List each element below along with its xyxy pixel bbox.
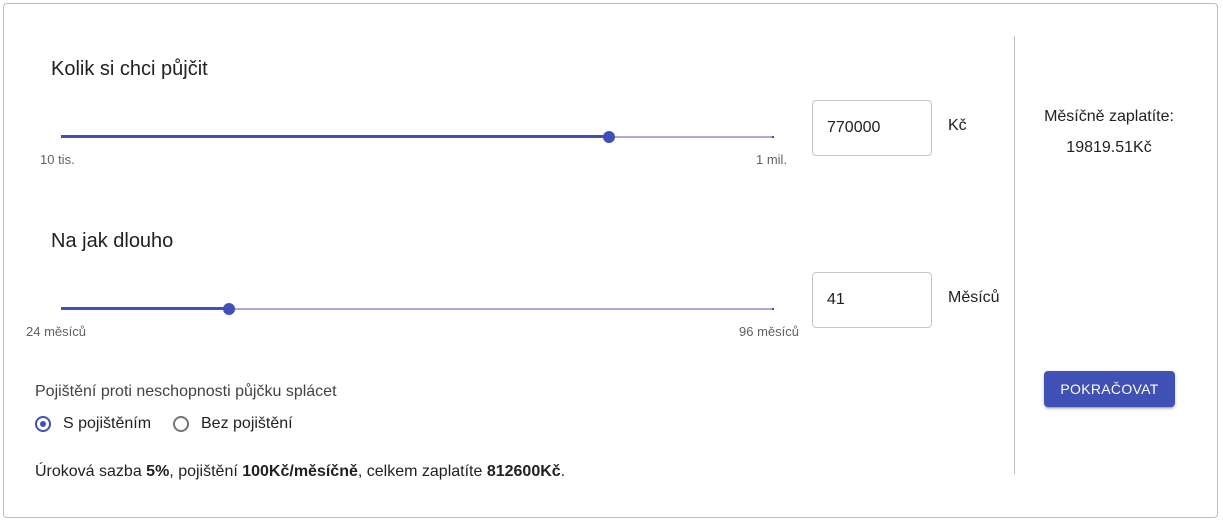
summary-suffix: . (560, 463, 566, 480)
radio-with-insurance[interactable]: S pojištěním (35, 415, 151, 433)
amount-slider-track (61, 135, 609, 138)
summary-mid2: , celkem zaplatíte (357, 463, 487, 480)
amount-slider-thumb[interactable] (602, 131, 615, 143)
amount-slider[interactable] (61, 127, 774, 147)
monthly-payment-label: Měsíčně zaplatíte: (1044, 108, 1174, 125)
duration-min-label: 24 měsíců (26, 324, 86, 339)
insurance-label: Pojištění proti neschopnosti půjčku splá… (35, 383, 337, 400)
duration-slider-thumb[interactable] (223, 303, 236, 315)
amount-input[interactable] (812, 100, 932, 156)
duration-slider-track (61, 307, 230, 310)
amount-unit: Kč (948, 117, 967, 134)
summary-insurance-fee: 100Kč/měsíčně (242, 463, 358, 480)
summary-mid1: , pojištění (169, 463, 243, 480)
radio-without-insurance[interactable]: Bez pojištění (173, 415, 293, 433)
summary-text: Úroková sazba 5%, pojištění 100Kč/měsíčn… (35, 463, 565, 481)
duration-unit: Měsíců (948, 289, 1000, 306)
continue-button[interactable]: POKRAČOVAT (1044, 371, 1175, 407)
radio-without-insurance-label: Bez pojištění (201, 415, 293, 432)
radio-unchecked-icon (173, 416, 189, 432)
amount-title: Kolik si chci půjčit (51, 58, 208, 80)
vertical-divider (1014, 36, 1015, 474)
summary-prefix: Úroková sazba (35, 463, 147, 480)
amount-min-label: 10 tis. (40, 152, 75, 167)
amount-max-label: 1 mil. (756, 152, 788, 167)
duration-title: Na jak dlouho (51, 230, 174, 252)
amount-slider-end-mark (772, 136, 774, 138)
summary-total: 812600Kč (486, 463, 561, 480)
radio-checked-icon (35, 416, 51, 432)
duration-max-label: 96 měsíců (739, 324, 799, 339)
duration-input[interactable] (812, 272, 932, 328)
summary-rate: 5% (146, 463, 170, 480)
duration-slider-end-mark (772, 308, 774, 310)
duration-slider[interactable] (61, 299, 774, 319)
monthly-payment-value: 19819.51Kč (1066, 139, 1152, 156)
radio-with-insurance-label: S pojištěním (63, 415, 152, 432)
